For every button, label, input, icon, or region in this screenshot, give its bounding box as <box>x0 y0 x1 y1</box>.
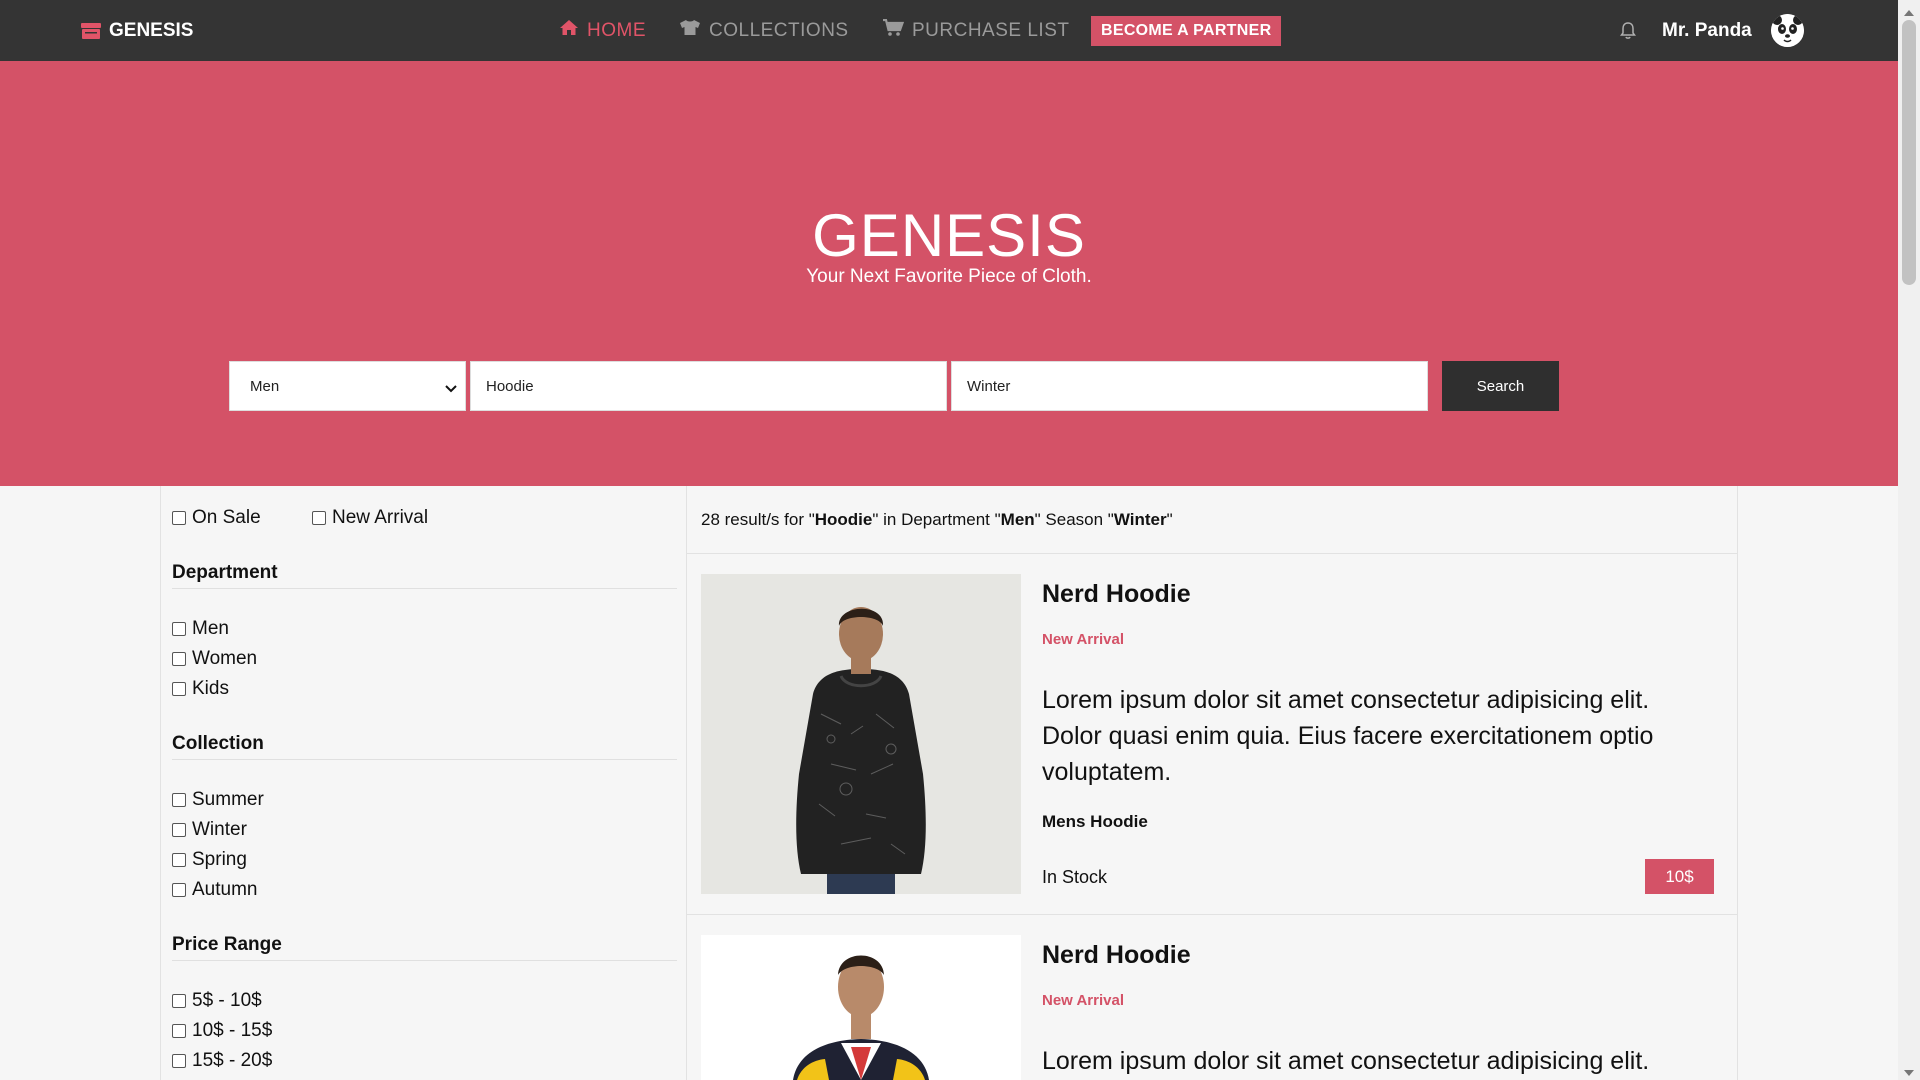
divider <box>172 960 677 961</box>
summary-text: 28 result/s for " <box>701 510 815 529</box>
brand-link[interactable]: GENESIS <box>80 0 193 61</box>
divider <box>172 759 677 760</box>
filter-collection-spring[interactable]: Spring <box>172 849 247 871</box>
hero-subtitle: Your Next Favorite Piece of Cloth. <box>806 266 1092 287</box>
user-name[interactable]: Mr. Panda <box>1662 0 1752 61</box>
filter-label: On Sale <box>192 507 261 528</box>
product-description: Lorem ipsum dolor sit amet consectetur a… <box>1042 686 1654 786</box>
become-partner-button[interactable]: BECOME A PARTNER <box>1091 16 1282 46</box>
panda-avatar-icon[interactable] <box>1771 14 1804 47</box>
season-input-value: Winter <box>967 377 1011 395</box>
results-summary: 28 result/s for "Hoodie" in Department "… <box>701 510 1173 530</box>
product-subtitle: Mens Hoodie <box>1042 812 1148 831</box>
summary-text: " in Department " <box>872 510 1001 529</box>
filter-label: Summer <box>192 789 264 810</box>
search-query-value: Hoodie <box>486 377 534 395</box>
brand-name: GENESIS <box>109 19 194 41</box>
nav-home-label: HOME <box>587 19 646 41</box>
department-select[interactable]: Men <box>229 361 466 411</box>
checkbox[interactable] <box>172 1054 186 1068</box>
checkbox[interactable] <box>172 994 186 1008</box>
product-title[interactable]: Nerd Hoodie <box>1042 580 1191 609</box>
hero-banner: GENESIS Your Next Favorite Piece of Clot… <box>0 61 1898 486</box>
new-arrival-badge: New Arrival <box>1042 631 1124 648</box>
new-arrival-badge: New Arrival <box>1042 992 1124 1009</box>
cart-icon <box>882 18 905 43</box>
filter-collection-winter[interactable]: Winter <box>172 819 247 841</box>
filter-label: Spring <box>192 849 247 870</box>
summary-season: Winter <box>1113 510 1167 529</box>
summary-department: Men <box>1000 510 1035 529</box>
summary-text: " Season " <box>1034 510 1114 529</box>
filter-collection-autumn[interactable]: Autumn <box>172 879 257 901</box>
checkbox[interactable] <box>172 853 186 867</box>
filter-price-5-10[interactable]: 5$ - 10$ <box>172 990 262 1012</box>
price-button[interactable]: 10$ <box>1645 859 1714 894</box>
checkbox[interactable] <box>172 652 186 666</box>
filter-label: 5$ - 10$ <box>192 990 262 1011</box>
divider <box>687 553 1738 554</box>
filter-collection-summer[interactable]: Summer <box>172 789 264 811</box>
summary-query: Hoodie <box>814 510 873 529</box>
checkbox[interactable] <box>172 511 186 525</box>
top-navbar: GENESIS HOME COLLECTIONS PURCHASE LIST B… <box>0 0 1898 61</box>
checkbox[interactable] <box>172 1024 186 1038</box>
filter-department-kids[interactable]: Kids <box>172 678 229 700</box>
checkbox[interactable] <box>172 883 186 897</box>
divider <box>172 588 677 589</box>
hero-title: GENESIS <box>812 202 1086 269</box>
filter-price-15-20[interactable]: 15$ - 20$ <box>172 1050 272 1072</box>
tshirt-icon <box>679 19 701 42</box>
collection-section-title: Collection <box>172 733 264 754</box>
checkbox[interactable] <box>172 823 186 837</box>
filter-label: 10$ - 15$ <box>192 1020 273 1041</box>
divider <box>687 914 1738 915</box>
nav-collections-label: COLLECTIONS <box>709 19 849 41</box>
results-panel: 28 result/s for "Hoodie" in Department "… <box>687 486 1738 1080</box>
chevron-down-icon <box>445 380 457 397</box>
filter-on-sale[interactable]: On Sale <box>172 507 261 529</box>
filter-label: Women <box>192 648 258 669</box>
filter-label: Kids <box>192 678 229 699</box>
product-description: Lorem ipsum dolor sit amet consectetur a… <box>1042 1047 1650 1075</box>
product-image[interactable] <box>701 574 1021 894</box>
filter-label: 15$ - 20$ <box>192 1050 273 1071</box>
filter-label: New Arrival <box>332 507 429 528</box>
page-scrollbar[interactable] <box>1898 0 1920 1080</box>
filter-label: Winter <box>192 819 247 840</box>
search-button[interactable]: Search <box>1442 361 1559 411</box>
search-query-input[interactable]: Hoodie <box>470 361 947 411</box>
stock-status: In Stock <box>1042 867 1108 887</box>
filter-department-men[interactable]: Men <box>172 618 229 640</box>
nav-home[interactable]: HOME <box>559 0 646 61</box>
filter-label: Autumn <box>192 879 258 900</box>
nav-collections[interactable]: COLLECTIONS <box>679 0 849 61</box>
store-icon <box>80 22 102 40</box>
department-section-title: Department <box>172 562 278 583</box>
filter-sidebar: On Sale New Arrival Department Men Women… <box>160 486 687 1080</box>
filter-department-women[interactable]: Women <box>172 648 257 670</box>
price-range-section-title: Price Range <box>172 934 282 955</box>
scrollbar-thumb[interactable] <box>1902 20 1916 285</box>
checkbox[interactable] <box>172 682 186 696</box>
product-title[interactable]: Nerd Hoodie <box>1042 941 1191 970</box>
summary-text: " <box>1166 510 1173 529</box>
checkbox[interactable] <box>172 622 186 636</box>
product-image[interactable] <box>701 935 1021 1080</box>
home-icon <box>559 19 579 42</box>
nav-purchase-label: PURCHASE LIST <box>912 19 1070 41</box>
nav-purchase-list[interactable]: PURCHASE LIST <box>882 0 1069 61</box>
filter-label: Men <box>192 618 229 639</box>
checkbox[interactable] <box>312 511 326 525</box>
checkbox[interactable] <box>172 793 186 807</box>
filter-new-arrival[interactable]: New Arrival <box>312 507 428 529</box>
season-input[interactable]: Winter <box>951 361 1428 411</box>
bell-icon[interactable] <box>1620 21 1636 45</box>
scroll-down-arrow-icon[interactable] <box>1904 1064 1914 1080</box>
filter-price-10-15[interactable]: 10$ - 15$ <box>172 1020 272 1042</box>
department-select-value: Men <box>250 377 280 395</box>
